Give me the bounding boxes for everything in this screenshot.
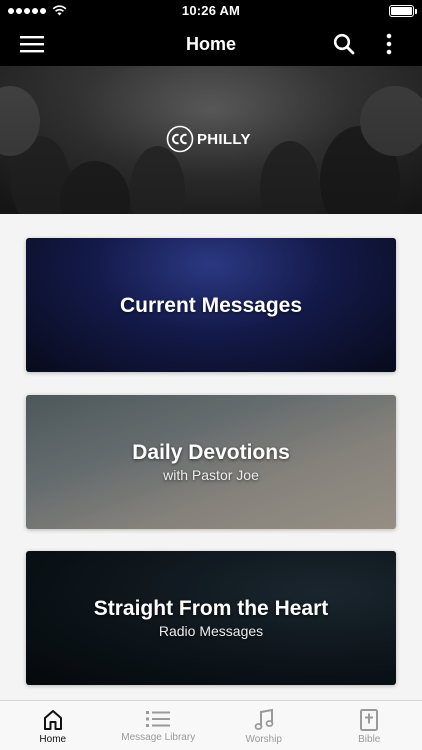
search-button[interactable] [328, 28, 360, 60]
more-vertical-icon [386, 33, 392, 55]
card-subtitle: with Pastor Joe [163, 467, 259, 483]
home-icon [43, 710, 62, 730]
straight-from-the-heart-card[interactable]: Straight From the Heart Radio Messages [26, 551, 396, 685]
hero-banner: PHILLY [0, 66, 422, 214]
logo-text: PHILLY [197, 130, 251, 148]
tab-label: Message Library [121, 732, 196, 743]
church-logo: PHILLY [166, 125, 251, 153]
search-icon [333, 33, 355, 55]
tab-bar: Home Message Library Worship Bible [0, 700, 422, 750]
daily-devotions-card[interactable]: Daily Devotions with Pastor Joe [26, 395, 396, 529]
cc-logo-icon [166, 125, 194, 153]
card-title: Current Messages [119, 294, 303, 317]
tab-home[interactable]: Home [0, 701, 106, 750]
card-title: Straight From the Heart [93, 597, 329, 620]
list-icon [146, 711, 171, 727]
current-messages-card[interactable]: Current Messages [26, 238, 396, 372]
content-area: Current Messages Daily Devotions with Pa… [0, 214, 422, 700]
more-options-button[interactable] [373, 28, 405, 60]
status-bar: 10:26 AM [0, 0, 422, 22]
tab-label: Home [39, 734, 67, 745]
tab-label: Bible [358, 734, 381, 745]
music-note-icon [254, 709, 274, 730]
tab-bible[interactable]: Bible [317, 701, 422, 750]
status-time: 10:26 AM [181, 3, 241, 18]
tab-worship[interactable]: Worship [211, 701, 317, 750]
navigation-bar: Home [0, 22, 422, 66]
tab-message-library[interactable]: Message Library [106, 701, 212, 750]
card-subtitle: Radio Messages [158, 623, 264, 639]
battery-icon [389, 5, 417, 17]
tab-label: Worship [245, 734, 283, 745]
card-title: Daily Devotions [132, 441, 290, 464]
bible-icon [360, 709, 379, 731]
